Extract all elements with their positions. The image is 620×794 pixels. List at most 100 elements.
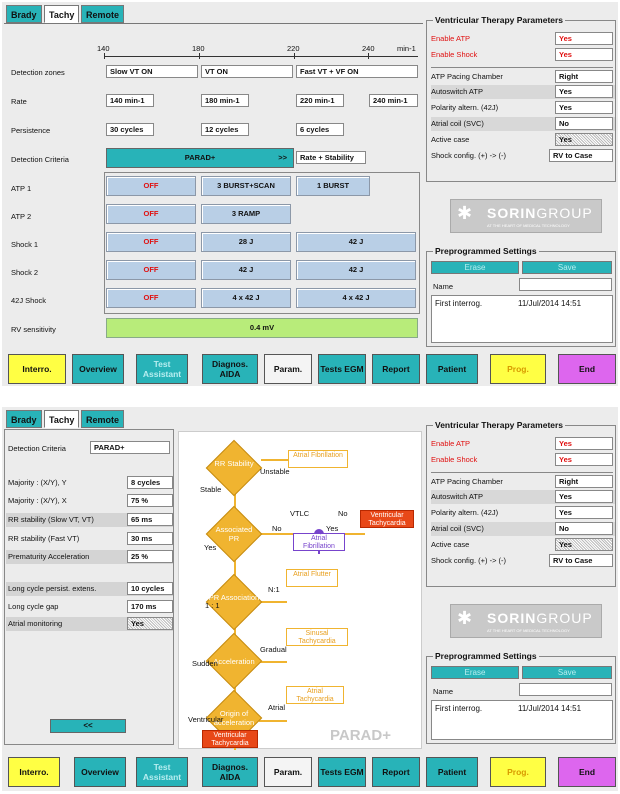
vtp-value[interactable]: Yes (555, 48, 613, 61)
rate-4[interactable]: 240 min-1 (369, 94, 418, 107)
shock2-off[interactable]: OFF (106, 260, 196, 280)
persistence-1[interactable]: 30 cycles (106, 123, 154, 136)
atp1-fastvt[interactable]: 1 BURST (296, 176, 370, 196)
prep-entry-name: First interrog. (435, 299, 483, 308)
tab-remote[interactable]: Remote (81, 5, 125, 23)
vtp-value[interactable]: Yes (555, 133, 613, 146)
atp2-off[interactable]: OFF (106, 204, 196, 224)
prep-title-2: Preprogrammed Settings (433, 651, 539, 661)
vtp-value[interactable]: Yes (555, 32, 613, 45)
end-button-2[interactable]: End (558, 757, 616, 787)
shock1-label: Shock 1 (11, 240, 39, 249)
test-assistant-button[interactable]: Test Assistant (136, 354, 188, 384)
overview-button[interactable]: Overview (72, 354, 124, 384)
node-ventricular-tachycardia-2: Ventricular Tachycardia (202, 730, 258, 748)
patient-button-2[interactable]: Patient (426, 757, 478, 787)
vtp-value[interactable]: Yes (555, 85, 613, 98)
param-value[interactable]: 10 cycles (127, 582, 173, 595)
param-value[interactable]: 170 ms (127, 600, 173, 613)
shock42-off[interactable]: OFF (106, 288, 196, 308)
save-button-2[interactable]: Save (522, 666, 612, 679)
scale-tick-4 (368, 53, 369, 59)
vtp-value[interactable]: No (555, 522, 613, 535)
save-button[interactable]: Save (522, 261, 612, 274)
rate-3[interactable]: 220 min-1 (296, 94, 344, 107)
sorin-logo: ✱ SORINGROUP AT THE HEART OF MEDICAL TEC… (450, 199, 602, 233)
tab-remote-2[interactable]: Remote (81, 410, 125, 428)
zone-vt[interactable]: VT ON (201, 65, 293, 78)
diagnos-aida-button[interactable]: Diagnos. AIDA (202, 354, 258, 384)
param-value[interactable]: Yes (127, 617, 173, 630)
rate-2[interactable]: 180 min-1 (201, 94, 249, 107)
tests-egm-button[interactable]: Tests EGM (318, 354, 366, 384)
param-value[interactable]: 30 ms (127, 532, 173, 545)
rate-1[interactable]: 140 min-1 (106, 94, 154, 107)
back-button[interactable]: << (50, 719, 126, 733)
prep-list-2[interactable]: First interrog. 11/Jul/2014 14:51 (431, 700, 613, 740)
vtp-value[interactable]: Yes (555, 506, 613, 519)
report-button-2[interactable]: Report (372, 757, 420, 787)
atp2-vt[interactable]: 3 RAMP (201, 204, 291, 224)
logo-brand: SORINGROUP (487, 205, 593, 221)
criteria-label: Detection Criteria (11, 155, 69, 164)
name-input-2[interactable] (519, 683, 612, 696)
shock1-off[interactable]: OFF (106, 232, 196, 252)
erase-button[interactable]: Erase (431, 261, 519, 274)
vtp-value[interactable]: No (555, 117, 613, 130)
lower-criteria-value[interactable]: PARAD+ (90, 441, 170, 454)
end-button[interactable]: End (558, 354, 616, 384)
vtp-value[interactable]: Right (555, 475, 613, 488)
prog-button-2[interactable]: Prog. (490, 757, 546, 787)
prog-button[interactable]: Prog. (490, 354, 546, 384)
prep-entry-date: 11/Jul/2014 14:51 (518, 704, 582, 713)
interro-button[interactable]: Interro. (8, 354, 66, 384)
rv-sensitivity-bar[interactable]: 0.4 mV (106, 318, 418, 338)
criteria-value: Rate + Stability (296, 151, 366, 164)
overview-button-2[interactable]: Overview (74, 757, 126, 787)
vtp-row-enable-atp: Enable ATP Yes (431, 32, 615, 46)
prep-list[interactable]: First interrog. 11/Jul/2014 14:51 (431, 295, 613, 343)
tab-tachy-2[interactable]: Tachy (44, 410, 80, 428)
atp1-off[interactable]: OFF (106, 176, 196, 196)
shock1-vt[interactable]: 28 J (201, 232, 291, 252)
name-input[interactable] (519, 278, 612, 291)
param-long-cycle-gap: Long cycle gap 170 ms (6, 600, 173, 614)
shock42-vt[interactable]: 4 x 42 J (201, 288, 291, 308)
test-assistant-button-2[interactable]: Test Assistant (136, 757, 188, 787)
vtp-value[interactable]: Yes (555, 437, 613, 450)
persistence-2[interactable]: 12 cycles (201, 123, 249, 136)
diagnos-aida-button-2[interactable]: Diagnos. AIDA (202, 757, 258, 787)
atp1-vt[interactable]: 3 BURST+SCAN (201, 176, 291, 196)
vtp-value[interactable]: Yes (555, 453, 613, 466)
persistence-3[interactable]: 6 cycles (296, 123, 344, 136)
vtp-value[interactable]: RV to Case (549, 149, 613, 162)
param-value[interactable]: 75 % (127, 494, 173, 507)
vtp-value[interactable]: Yes (555, 101, 613, 114)
zone-slow-vt[interactable]: Slow VT ON (106, 65, 198, 78)
shock42-fastvt[interactable]: 4 x 42 J (296, 288, 416, 308)
parad-button[interactable]: PARAD+ >> (106, 148, 294, 168)
vtp-value[interactable]: Yes (555, 538, 613, 551)
interro-button-2[interactable]: Interro. (8, 757, 60, 787)
param-value[interactable]: 8 cycles (127, 476, 173, 489)
tab-brady[interactable]: Brady (6, 5, 42, 23)
param-value[interactable]: 65 ms (127, 513, 173, 526)
param-button-2[interactable]: Param. (264, 757, 312, 787)
shock1-fastvt[interactable]: 42 J (296, 232, 416, 252)
vtp-value[interactable]: RV to Case (549, 554, 613, 567)
tab-tachy[interactable]: Tachy (44, 5, 80, 23)
param-button[interactable]: Param. (264, 354, 312, 384)
erase-button-2[interactable]: Erase (431, 666, 519, 679)
report-button[interactable]: Report (372, 354, 420, 384)
scale-240: 240 (362, 44, 375, 53)
tab-brady-2[interactable]: Brady (6, 410, 42, 428)
param-value[interactable]: 25 % (127, 550, 173, 563)
tests-egm-button-2[interactable]: Tests EGM (318, 757, 366, 787)
vtp-value[interactable]: Right (555, 70, 613, 83)
shock2-fastvt[interactable]: 42 J (296, 260, 416, 280)
vtp-value[interactable]: Yes (555, 490, 613, 503)
patient-button[interactable]: Patient (426, 354, 478, 384)
zone-fast-vt[interactable]: Fast VT + VF ON (296, 65, 418, 78)
shock2-vt[interactable]: 42 J (201, 260, 291, 280)
param-long-cycle-persist: Long cycle persist. extens. 10 cycles (6, 582, 173, 596)
